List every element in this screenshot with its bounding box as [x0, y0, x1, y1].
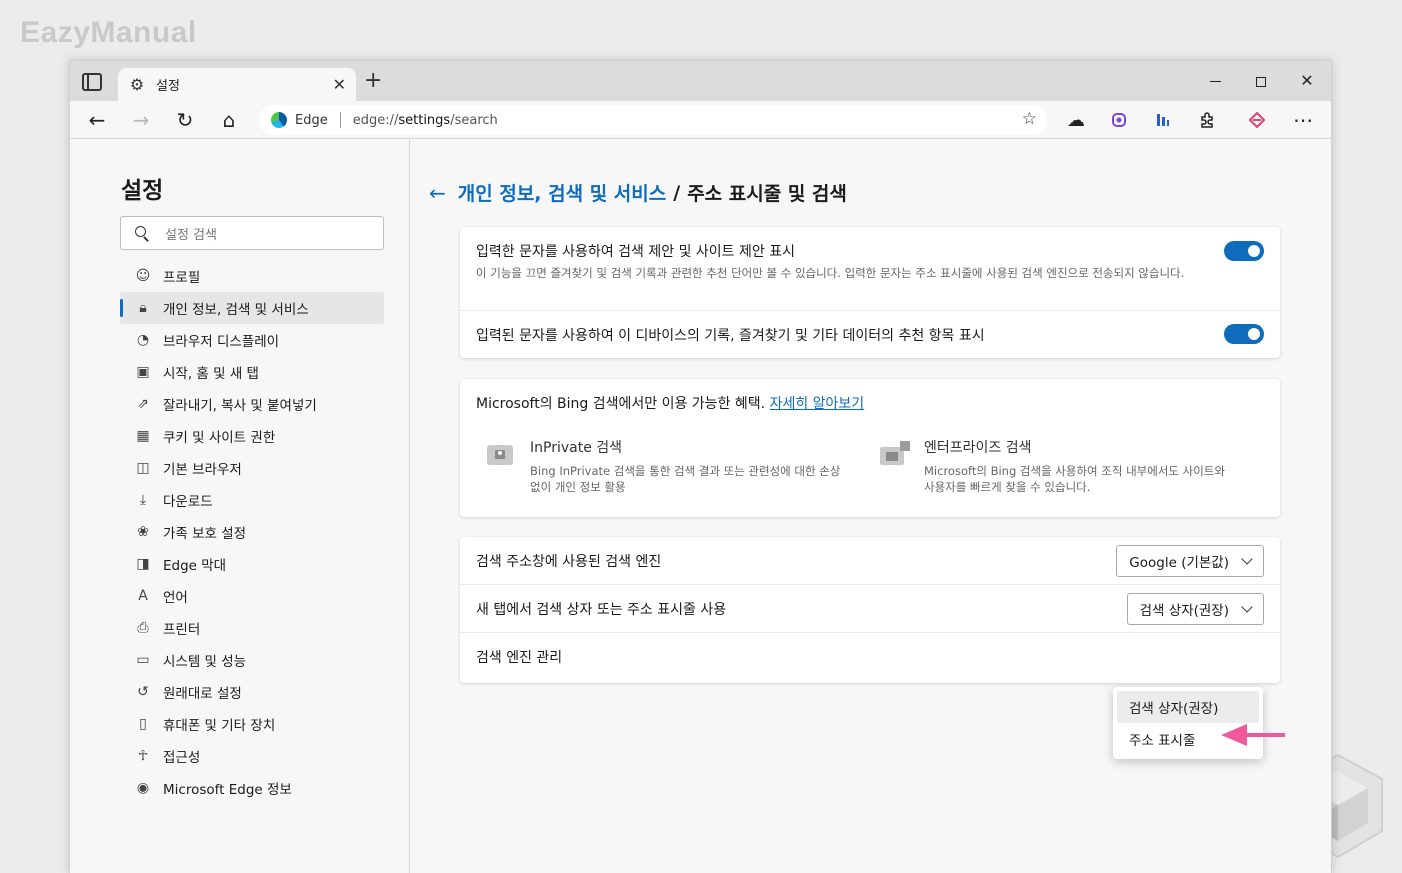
back-arrow-icon[interactable]: ← [429, 181, 446, 205]
tab-close-icon[interactable]: ✕ [333, 75, 346, 94]
sidebar-nav: ☺ 프로필 🔒︎ 개인 정보, 검색 및 서비스 ◔ 브라우저 디스플레이 ▣ 시작, … [120, 260, 384, 804]
pink-pointer-arrow-icon [1221, 724, 1285, 746]
sidebar-item-system[interactable]: ▭ 시스템 및 성능 [120, 644, 384, 676]
add-favorite-icon[interactable]: ☆ [1022, 109, 1037, 129]
sidebar-title: 설정 [121, 178, 164, 204]
enterprise-feature: 엔터프라이즈 검색 Microsoft의 Bing 검색을 사용하여 조직 내부… [878, 437, 1238, 495]
reset-icon: ↺ [137, 684, 149, 700]
search-suggestions-card: 입력한 문자를 사용하여 검색 제안 및 사이트 제안 표시 이 기능을 끄면 … [460, 227, 1280, 358]
tab-actions-icon[interactable] [82, 73, 102, 91]
back-arrow-icon[interactable]: ← [84, 107, 110, 133]
search-engine-dropdown[interactable]: Google (기본값) [1116, 545, 1264, 577]
cookie-icon: ▦ [136, 428, 150, 444]
browser-window: ⚙ 설정 ✕ + ✕ ← → ↻ ⌂ Edge edge://settings/… [69, 60, 1332, 873]
profile-icon: ☺ [135, 268, 151, 284]
sidebar-item-profile[interactable]: ☺ 프로필 [120, 260, 384, 292]
sidebar-item-start-home[interactable]: ▣ 시작, 홈 및 새 탭 [120, 356, 384, 388]
sidebar-item-reset[interactable]: ↺ 원래대로 설정 [120, 676, 384, 708]
learn-more-link[interactable]: 자세히 알아보기 [770, 396, 865, 412]
printer-icon: ⎙ [137, 620, 149, 636]
toolbar: ← → ↻ ⌂ Edge edge://settings/search ☆ ☁ … [70, 101, 1331, 139]
share-icon: ⇗ [137, 396, 149, 412]
edge-logo-icon [271, 112, 287, 128]
url-text: edge://settings/search [352, 112, 498, 128]
sidebar-item-accessibility[interactable]: ☥ 접근성 [120, 740, 384, 772]
settings-search-input[interactable]: 설정 검색 [120, 216, 384, 250]
address-bar[interactable]: Edge edge://settings/search ☆ [259, 105, 1047, 135]
breadcrumb-parent-link[interactable]: 개인 정보, 검색 및 서비스 [458, 179, 666, 206]
download-icon: ⤓ [139, 492, 147, 508]
history-suggestions-toggle[interactable] [1224, 324, 1264, 344]
new-tab-button[interactable]: + [364, 70, 382, 92]
home-icon[interactable]: ⌂ [216, 107, 242, 133]
page-title: 주소 표시줄 및 검색 [687, 183, 847, 205]
extension-copilot-icon[interactable] [1106, 107, 1132, 133]
tab-settings[interactable]: ⚙ 설정 ✕ [118, 68, 356, 101]
phone-icon: ▯ [139, 716, 147, 732]
breadcrumb: ← 개인 정보, 검색 및 서비스 / 주소 표시줄 및 검색 [429, 179, 847, 206]
inprivate-feature: InPrivate 검색 Bing InPrivate 검색을 통한 검색 결과… [484, 437, 844, 495]
lock-icon: 🔒︎ [139, 300, 147, 316]
history-suggestions-row: 입력된 문자를 사용하여 이 디바이스의 기록, 즐겨찾기 및 기타 데이터의 … [460, 311, 1280, 358]
bing-benefits-card: Microsoft의 Bing 검색에서만 이용 가능한 혜택. 자세히 알아보… [460, 379, 1280, 517]
sidebar-item-edge-bar[interactable]: ◨ Edge 막대 [120, 548, 384, 580]
palette-icon: ◔ [136, 332, 150, 348]
maximize-button[interactable] [1241, 69, 1281, 93]
site-label: Edge [295, 112, 328, 128]
sidebar-item-appearance[interactable]: ◔ 브라우저 디스플레이 [120, 324, 384, 356]
inprivate-icon [487, 445, 513, 465]
new-tab-search-row: 새 탭에서 검색 상자 또는 주소 표시줄 사용 검색 상자(권장) [460, 585, 1280, 633]
bing-benefits-heading: Microsoft의 Bing 검색에서만 이용 가능한 혜택. 자세히 알아보… [476, 396, 865, 412]
family-icon: ❀ [137, 524, 149, 540]
sidebar-item-languages[interactable]: A 언어 [120, 580, 384, 612]
cloud-icon[interactable]: ☁ [1063, 107, 1089, 133]
settings-sidebar: 설정 설정 검색 ☺ 프로필 🔒︎ 개인 정보, 검색 및 서비스 ◔ 브라우저 디스… [70, 140, 410, 873]
chevron-down-icon [1241, 600, 1253, 613]
chevron-down-icon [1241, 552, 1253, 565]
edge-logo-icon: ◉ [136, 780, 150, 796]
more-options-icon[interactable]: ⋯ [1290, 107, 1316, 133]
browser-icon: ◫ [136, 460, 150, 476]
forward-arrow-icon[interactable]: → [128, 107, 154, 133]
sidebar-item-downloads[interactable]: ⤓ 다운로드 [120, 484, 384, 516]
extension-bars-icon[interactable] [1150, 107, 1176, 133]
search-placeholder: 설정 검색 [165, 227, 217, 243]
accessibility-icon: ☥ [137, 748, 149, 764]
minimize-button[interactable] [1195, 69, 1235, 93]
sidebar-item-printers[interactable]: ⎙ 프린터 [120, 612, 384, 644]
sidebar-item-cookies[interactable]: ▦ 쿠키 및 사이트 권한 [120, 420, 384, 452]
menu-option-search-box[interactable]: 검색 상자(권장) [1117, 691, 1259, 723]
extension-security-icon[interactable] [1244, 107, 1270, 133]
laptop-icon: ▭ [136, 652, 150, 668]
sidebar-item-share-copy[interactable]: ⇗ 잘라내기, 복사 및 붙여넣기 [120, 388, 384, 420]
language-icon: A [138, 588, 148, 604]
sidebar-item-default-browser[interactable]: ◫ 기본 브라우저 [120, 452, 384, 484]
refresh-icon[interactable]: ↻ [172, 107, 198, 133]
sidebar-item-phone[interactable]: ▯ 휴대폰 및 기타 장치 [120, 708, 384, 740]
watermark: EazyManual [20, 16, 197, 49]
sidebar-item-about[interactable]: ◉ Microsoft Edge 정보 [120, 772, 384, 804]
enterprise-search-icon [880, 441, 910, 465]
suggestions-row: 입력한 문자를 사용하여 검색 제안 및 사이트 제안 표시 이 기능을 끄면 … [460, 227, 1280, 311]
manage-search-engines-row[interactable]: 검색 엔진 관리 [460, 633, 1280, 681]
extensions-puzzle-icon[interactable] [1194, 107, 1220, 133]
close-window-button[interactable]: ✕ [1287, 69, 1327, 93]
search-engine-row: 검색 주소창에 사용된 검색 엔진 Google (기본값) [460, 537, 1280, 585]
settings-page: 설정 설정 검색 ☺ 프로필 🔒︎ 개인 정보, 검색 및 서비스 ◔ 브라우저 디스… [70, 140, 1331, 873]
search-icon [135, 226, 149, 240]
tab-title: 설정 [156, 79, 180, 94]
suggestions-toggle[interactable] [1224, 241, 1264, 261]
sidebar-item-family[interactable]: ❀ 가족 보호 설정 [120, 516, 384, 548]
gear-icon: ⚙ [129, 75, 145, 94]
new-tab-search-menu: 검색 상자(권장) 주소 표시줄 [1113, 687, 1263, 759]
home-tab-icon: ▣ [136, 364, 150, 380]
edge-bar-icon: ◨ [136, 556, 150, 572]
sidebar-item-privacy[interactable]: 🔒︎ 개인 정보, 검색 및 서비스 [120, 292, 384, 324]
settings-main: ← 개인 정보, 검색 및 서비스 / 주소 표시줄 및 검색 입력한 문자를 … [411, 140, 1331, 873]
new-tab-search-dropdown[interactable]: 검색 상자(권장) [1126, 593, 1264, 625]
tab-strip: ⚙ 설정 ✕ + ✕ [70, 61, 1331, 101]
search-engine-card: 검색 주소창에 사용된 검색 엔진 Google (기본값) 새 탭에서 검색 … [460, 537, 1280, 683]
